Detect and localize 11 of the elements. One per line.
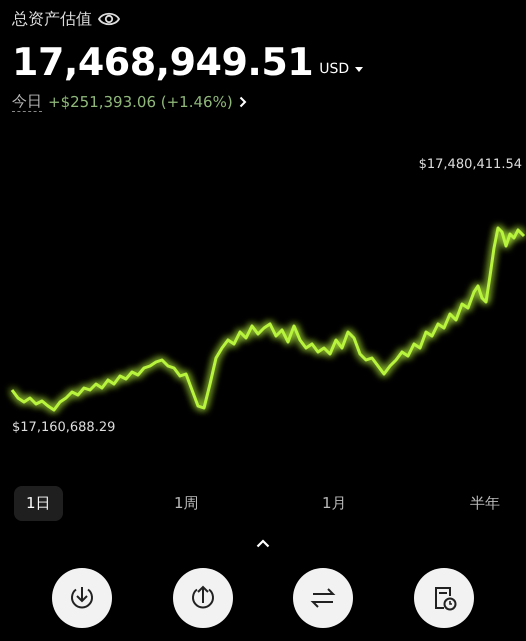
range-tab[interactable]: 半年 bbox=[458, 486, 512, 521]
currency-selector[interactable]: USD bbox=[319, 61, 364, 86]
chart-max-label: $17,480,411.54 bbox=[418, 157, 522, 172]
balance-amount: 17,468,949.51 bbox=[12, 39, 314, 86]
range-tab[interactable]: 1月 bbox=[310, 486, 359, 521]
total-assets-label: 总资产估值 bbox=[12, 8, 92, 30]
daily-change[interactable]: +$251,393.06 (+1.46%) bbox=[48, 93, 233, 111]
range-tab[interactable]: 1日 bbox=[14, 486, 63, 521]
range-tab[interactable]: 1周 bbox=[162, 486, 211, 521]
today-label: 今日 bbox=[12, 92, 42, 112]
chart-min-label: $17,160,688.29 bbox=[12, 420, 116, 435]
